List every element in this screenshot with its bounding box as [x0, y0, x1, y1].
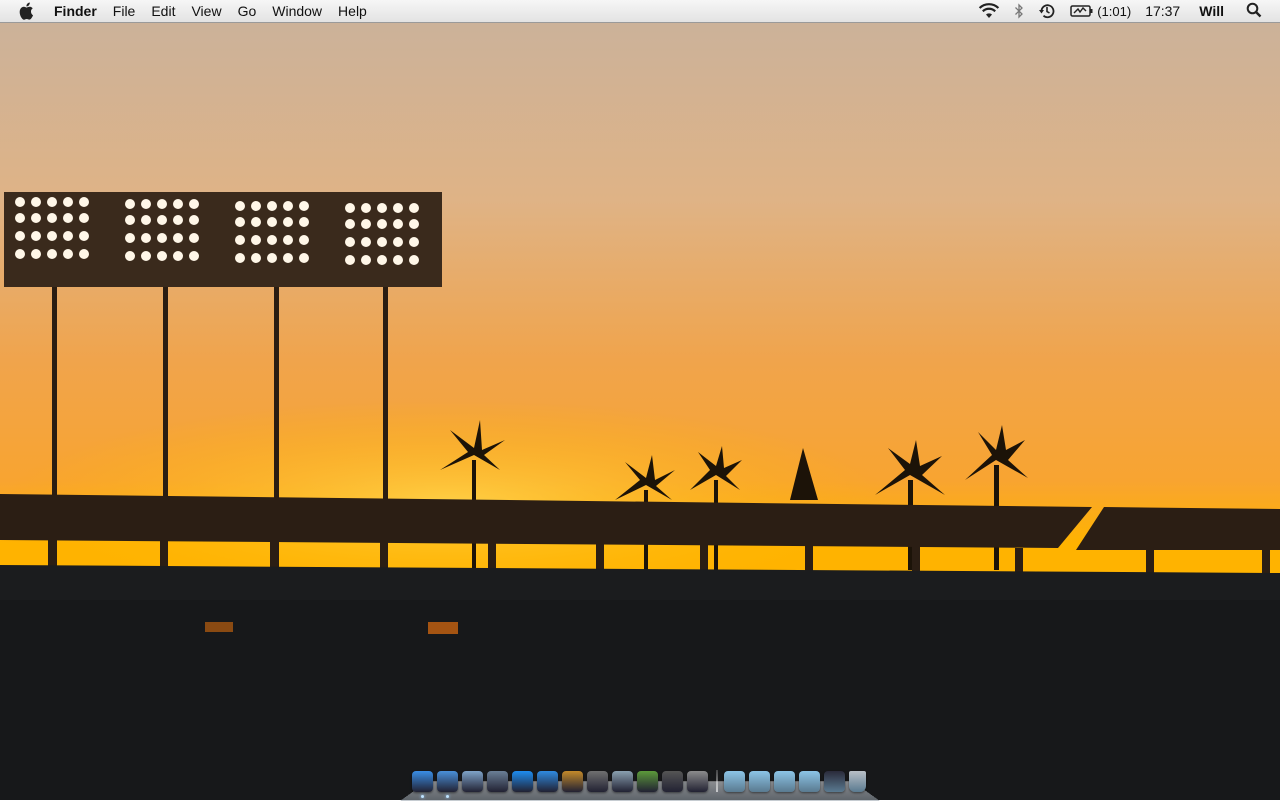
wifi-icon — [979, 3, 1000, 18]
bluetooth-status[interactable] — [1007, 0, 1031, 22]
screen-capture-stack-icon[interactable] — [824, 770, 845, 792]
time-machine-status[interactable] — [1031, 0, 1063, 22]
downloads-folder-icon[interactable] — [724, 770, 745, 792]
menu-app-name[interactable]: Finder — [50, 0, 105, 22]
apple-menu[interactable] — [18, 2, 36, 20]
utility-icon[interactable] — [612, 770, 633, 792]
imovie-icon[interactable] — [587, 770, 608, 792]
running-indicator — [421, 794, 424, 798]
dock-separator — [716, 770, 718, 792]
dock — [400, 764, 880, 801]
menu-view[interactable]: View — [183, 0, 229, 22]
menu-extras: (1:01) 17:37 Will — [971, 0, 1280, 22]
menu-file[interactable]: File — [105, 0, 144, 22]
battery-time: (1:01) — [1097, 3, 1132, 19]
xcode-icon[interactable] — [487, 770, 508, 792]
menu-edit[interactable]: Edit — [143, 0, 183, 22]
spotlight-button[interactable] — [1236, 2, 1280, 21]
battery-status[interactable]: (1:01) — [1063, 0, 1138, 22]
spotlight-search-icon — [1246, 2, 1262, 17]
safari-icon[interactable] — [437, 770, 458, 798]
wifi-status[interactable] — [971, 0, 1007, 22]
mail-icon[interactable] — [462, 770, 483, 792]
terminal-icon[interactable] — [662, 770, 683, 792]
trash-icon[interactable] — [849, 770, 866, 792]
itunes-icon[interactable] — [537, 770, 558, 792]
minecraft-icon[interactable] — [637, 770, 658, 792]
fast-user-switch[interactable]: Will — [1187, 3, 1236, 19]
bluetooth-icon — [1015, 3, 1024, 19]
system-preferences-icon[interactable] — [687, 770, 708, 792]
desktop-wallpaper — [0, 0, 1280, 800]
documents-folder-icon[interactable] — [774, 770, 795, 792]
applications-folder-icon[interactable] — [749, 770, 770, 792]
menu-window[interactable]: Window — [264, 0, 330, 22]
app-store-icon[interactable] — [512, 770, 533, 792]
iphoto-icon[interactable] — [562, 770, 583, 792]
running-indicator — [446, 794, 449, 798]
menu-go[interactable]: Go — [230, 0, 265, 22]
folder-icon[interactable] — [799, 770, 820, 792]
time-machine-icon — [1039, 4, 1055, 19]
dock-icons — [412, 767, 870, 798]
menu-clock[interactable]: 17:37 — [1138, 0, 1187, 22]
menu-bar: Finder File Edit View Go Window Help (1:… — [0, 0, 1280, 23]
menu-help[interactable]: Help — [330, 0, 375, 22]
battery-charging-icon — [1070, 5, 1093, 17]
apple-logo-icon — [19, 2, 33, 20]
finder-icon[interactable] — [412, 770, 433, 798]
